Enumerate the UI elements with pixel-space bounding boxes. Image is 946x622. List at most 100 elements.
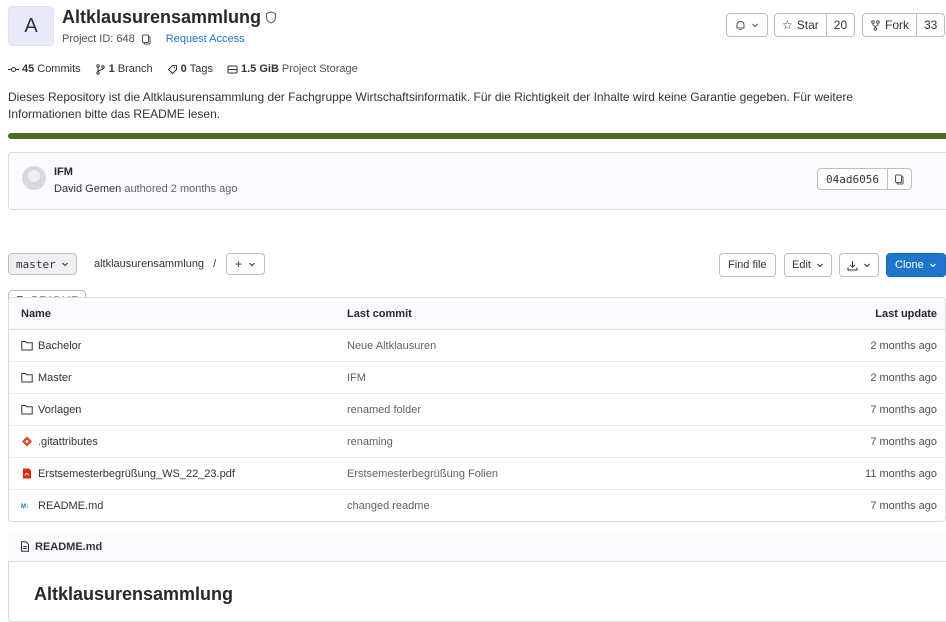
header-name: Name (21, 307, 51, 320)
branch-stat[interactable]: 1 Branch (95, 63, 153, 75)
file-icon (21, 541, 29, 552)
readme-header: README.md (8, 532, 946, 562)
edit-label: Edit (792, 259, 811, 271)
storage-label: Project Storage (281, 63, 358, 75)
storage-value: 1.5 GiB (241, 63, 279, 75)
file-name[interactable]: Bachelor (38, 340, 81, 352)
notification-button[interactable] (726, 13, 768, 37)
project-avatar: A (8, 6, 54, 46)
copy-icon (894, 174, 904, 184)
table-row[interactable]: M↓ README.md changed readme 7 months ago (9, 490, 945, 521)
branch-label: Branch (117, 63, 153, 75)
breadcrumb: altklausurensammlung / (94, 258, 216, 270)
star-group: ☆ Star 20 (774, 13, 856, 37)
update-time: 7 months ago (870, 435, 937, 448)
shield-icon (265, 11, 277, 24)
table-header: Name Last commit Last update (9, 298, 945, 330)
chevron-down-icon (249, 262, 255, 267)
readme-filename[interactable]: README.md (35, 541, 102, 553)
update-time: 11 months ago (865, 467, 937, 480)
project-title: Altklausurensammlung (62, 7, 277, 28)
commits-count: 45 (22, 63, 35, 75)
chevron-down-icon (929, 263, 936, 268)
download-icon (847, 260, 858, 270)
tags-label: Tags (189, 63, 213, 75)
star-button[interactable]: ☆ Star (774, 13, 827, 37)
storage-stat[interactable]: 1.5 GiB Project Storage (227, 63, 358, 75)
commit-message[interactable]: changed readme (347, 500, 777, 512)
folder-icon (21, 341, 33, 351)
update-time: 7 months ago (870, 403, 937, 416)
update-time: 7 months ago (870, 499, 937, 512)
sha-group: 04ad6056 (817, 168, 912, 190)
tags-count: 0 (180, 63, 187, 75)
copy-sha-button[interactable] (887, 168, 912, 190)
commit-message[interactable]: Erstsemesterbegrüßung Folien (347, 468, 777, 480)
chevron-down-icon (864, 263, 870, 268)
folder-icon (21, 373, 33, 383)
commit-message[interactable]: IFM (347, 372, 777, 384)
file-name[interactable]: README.md (38, 500, 103, 512)
commits-label: Commits (37, 63, 81, 75)
fork-label: Fork (885, 18, 909, 32)
copy-id-icon[interactable] (141, 34, 152, 45)
table-row[interactable]: Master IFM 2 months ago (9, 362, 945, 394)
project-id: Project ID: 648 (62, 33, 135, 45)
file-name[interactable]: .gitattributes (38, 436, 98, 448)
header-last-commit: Last commit (347, 307, 412, 320)
user-avatar[interactable] (22, 166, 46, 190)
update-time: 2 months ago (870, 339, 937, 352)
find-file-button[interactable]: Find file (719, 253, 776, 277)
fork-count[interactable]: 33 (917, 13, 946, 37)
table-row[interactable]: Erstsemesterbegrüßung_WS_22_23.pdf Ersts… (9, 458, 945, 490)
plus-icon: + (235, 257, 243, 271)
star-label: Star (796, 18, 819, 32)
commits-stat[interactable]: 45 Commits (8, 63, 81, 75)
clone-dropdown[interactable]: Clone (886, 253, 946, 277)
git-icon (22, 436, 32, 447)
tag-icon (167, 64, 177, 74)
readme-heading: Altklausurensammlung (34, 584, 234, 604)
header-last-update: Last update (875, 307, 937, 320)
project-description: Dieses Repository ist die Altklausurensa… (8, 90, 854, 121)
chevron-down-icon (817, 263, 823, 268)
clone-label: Clone (895, 259, 924, 271)
update-time: 2 months ago (870, 371, 937, 384)
commit-title[interactable]: IFM (54, 166, 73, 178)
bell-icon (736, 20, 745, 30)
file-name[interactable]: Master (38, 372, 72, 384)
table-row[interactable]: Vorlagen renamed folder 7 months ago (9, 394, 945, 426)
commit-message[interactable]: renamed folder (347, 404, 777, 416)
commit-message[interactable]: Neue Altklausuren (347, 340, 777, 352)
branch-dropdown[interactable]: master (8, 253, 77, 275)
fork-button[interactable]: Fork (862, 13, 917, 37)
tags-stat[interactable]: 0 Tags (167, 63, 213, 75)
star-count[interactable]: 20 (826, 13, 856, 37)
file-name[interactable]: Erstsemesterbegrüßung_WS_22_23.pdf (38, 468, 235, 480)
request-access-link[interactable]: Request Access (166, 33, 245, 45)
table-row[interactable]: .gitattributes renaming 7 months ago (9, 426, 945, 458)
project-meta: Project ID: 648 Request Access (62, 33, 245, 45)
edit-dropdown[interactable]: Edit (784, 253, 832, 277)
folder-icon (21, 405, 33, 415)
branch-count: 1 (108, 63, 115, 75)
markdown-icon: M↓ (21, 504, 29, 510)
add-dropdown[interactable]: + (226, 253, 266, 275)
commit-message[interactable]: renaming (347, 436, 777, 448)
commit-sha-button[interactable]: 04ad6056 (817, 168, 888, 190)
file-name[interactable]: Vorlagen (38, 404, 81, 416)
file-table: Name Last commit Last update Bachelor Ne… (8, 297, 946, 522)
table-row[interactable]: Bachelor Neue Altklausuren 2 months ago (9, 330, 945, 362)
star-icon: ☆ (782, 18, 793, 32)
download-dropdown[interactable] (839, 253, 879, 277)
commit-author[interactable]: David Gemen (54, 183, 121, 195)
breadcrumb-separator: / (213, 258, 217, 270)
storage-icon (227, 65, 238, 73)
commit-time: authored 2 months ago (121, 183, 238, 195)
language-bar (8, 133, 946, 139)
project-stats: 45 Commits 1 Branch 0 Tags 1.5 GiB Proje… (8, 63, 358, 75)
pdf-icon (23, 468, 31, 479)
svg-text:M↓: M↓ (21, 504, 29, 510)
breadcrumb-project[interactable]: altklausurensammlung (94, 258, 204, 270)
commit-meta: David Gemen authored 2 months ago (54, 183, 237, 195)
